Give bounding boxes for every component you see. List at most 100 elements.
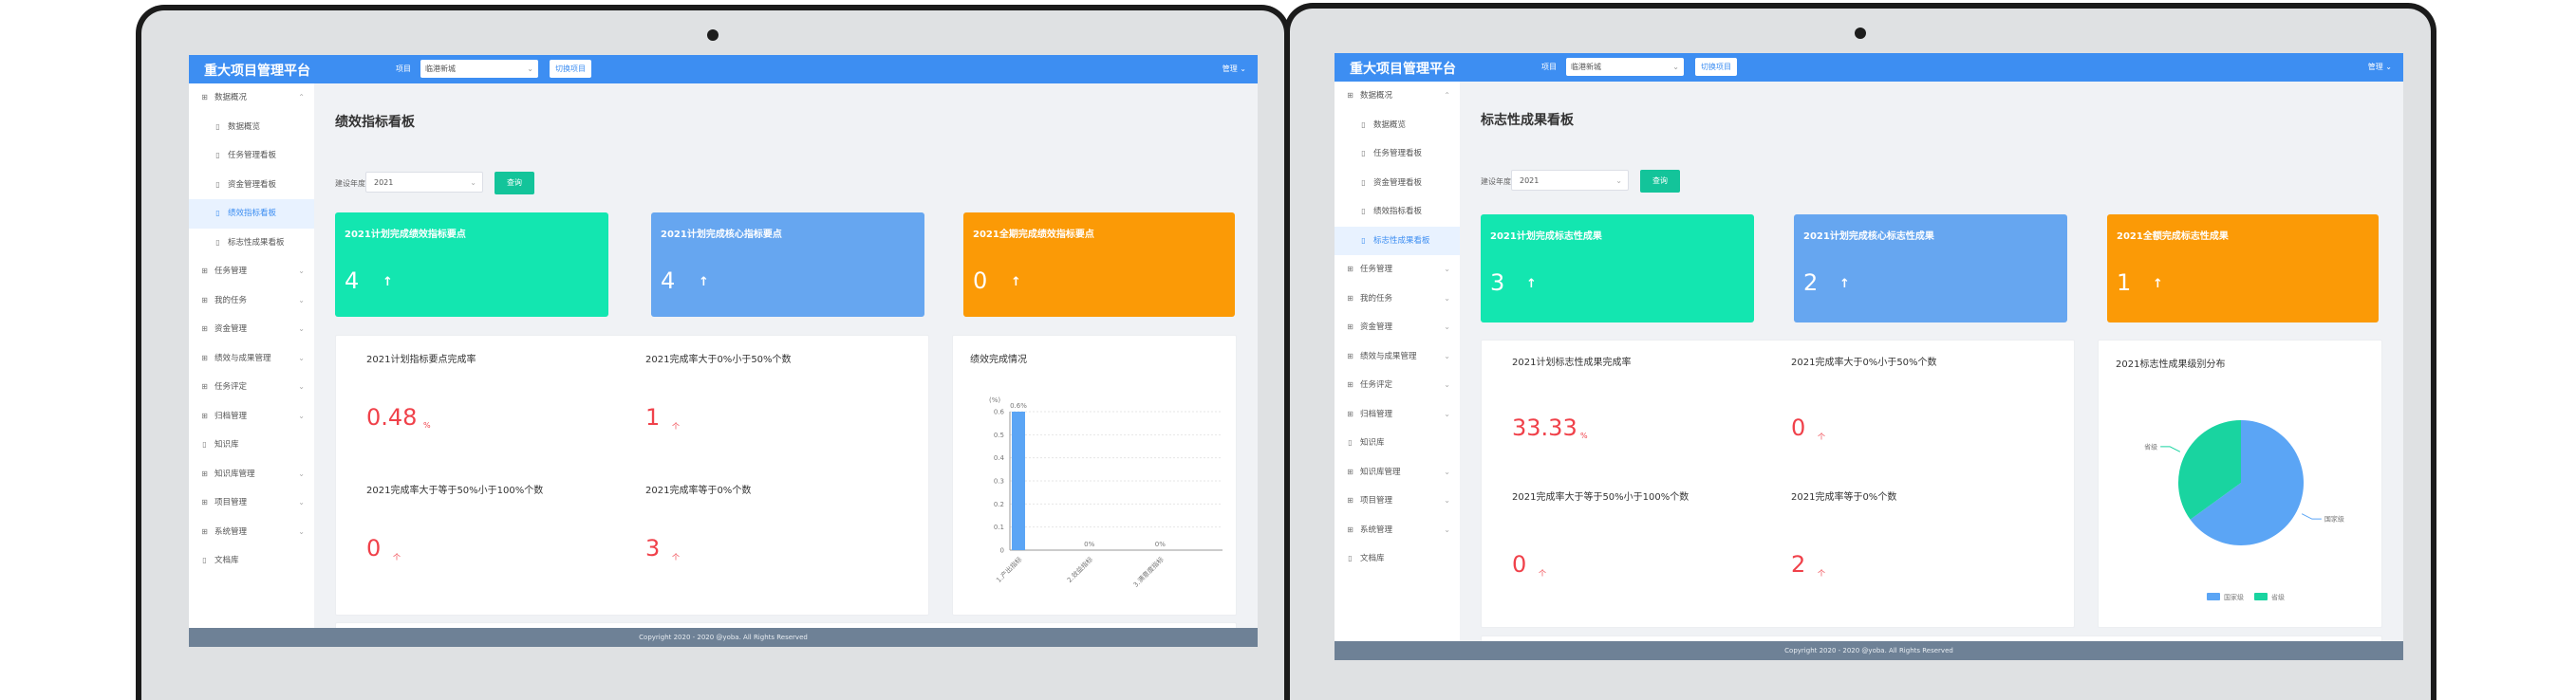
bar-chart: (%) 0 0.1 0.2 0.3 0.4 0.5 0.6 0.6% 1.产出指标 0% 2.效益指标… (989, 396, 1223, 589)
sidebar-item[interactable]: ⊞ 项目管理 ⌄ (189, 488, 314, 518)
laptop-left: 重大项目管理平台 项目 临港新城 ⌄ 切换项目 管理 ⌄ ⊞ 数据概况 ⌃ ▯ 数据概览 ▯… (136, 5, 1290, 700)
stat-card: 2021计划完成核心指标要点 4 ↑ (651, 212, 924, 317)
sidebar-item[interactable]: ⊞ 任务管理 ⌄ (1335, 255, 1460, 285)
sidebar-item-label: 项目管理 (215, 498, 248, 507)
year-select[interactable]: 2021 ⌄ (365, 172, 483, 193)
x-tick-label: 3.满意度指标 (1131, 555, 1166, 589)
sidebar-item[interactable]: ▯ 知识库 (189, 431, 314, 460)
sidebar-item[interactable]: ⊞ 资金管理 ⌄ (1335, 313, 1460, 342)
chevron-down-icon: ⌄ (1444, 467, 1450, 476)
sidebar-item[interactable]: ⊞ 我的任务 ⌄ (1335, 285, 1460, 314)
grid-icon: ⊞ (1347, 351, 1353, 360)
sidebar-item[interactable]: ▯ 绩效指标看板 (189, 199, 314, 229)
sidebar-item-label: 项目管理 (1360, 496, 1393, 506)
doc-icon: ▯ (1361, 207, 1366, 215)
year-select[interactable]: 2021 ⌄ (1511, 170, 1629, 191)
sidebar-item-label: 绩效指标看板 (1373, 207, 1423, 216)
chevron-down-icon: ⌄ (298, 526, 305, 536)
sidebar-item[interactable]: ▯ 数据概览 (189, 113, 314, 142)
query-button[interactable]: 查询 (1640, 170, 1680, 193)
camera-dot (707, 29, 719, 41)
sidebar: ⊞ 数据概况 ⌃ ▯ 数据概览 ▯ 任务管理看板 ▯ 资金管理看板 ▯ 绩效指标看板 ▯ 标志性成果看板… (189, 83, 314, 628)
legend-swatch (2254, 593, 2268, 600)
sidebar-item[interactable]: ▯ 标志性成果看板 (189, 229, 314, 258)
sidebar-item-label: 知识库管理 (215, 469, 255, 479)
kpi-value: 3 (645, 535, 661, 562)
x-tick-label: 2.效益指标 (1065, 555, 1094, 584)
sidebar-item[interactable]: ⊞ 绩效与成果管理 ⌄ (1335, 342, 1460, 372)
y-tick-label: 0.1 (994, 524, 1004, 531)
kpi-unit: 个 (1539, 569, 1546, 578)
user-menu[interactable]: 管理 ⌄ (2368, 62, 2392, 72)
sidebar-item-label: 资金管理 (1360, 322, 1393, 332)
grid-icon: ⊞ (1347, 293, 1353, 303)
project-select[interactable]: 临港新城 ⌄ (1566, 58, 1684, 76)
sidebar-item[interactable]: ⊞ 数据概况 ⌃ (1335, 82, 1460, 111)
sidebar-item-label: 数据概况 (1360, 91, 1393, 101)
project-select[interactable]: 临港新城 ⌄ (420, 60, 538, 78)
sidebar-item[interactable]: ⊞ 数据概况 ⌃ (189, 83, 314, 113)
sidebar-item-label: 知识库 (1360, 438, 1385, 448)
chevron-down-icon: ⌄ (298, 295, 305, 304)
sidebar-item[interactable]: ▯ 任务管理看板 (1335, 139, 1460, 169)
grid-icon: ⊞ (1347, 91, 1353, 100)
sidebar-item[interactable]: ⊞ 项目管理 ⌄ (1335, 487, 1460, 516)
sidebar-item-label: 任务管理 (1360, 265, 1393, 274)
sidebar-item[interactable]: ▯ 标志性成果看板 (1335, 226, 1460, 255)
kpi-unit: 个 (672, 422, 680, 431)
sidebar-item[interactable]: ⊞ 系统管理 ⌄ (189, 518, 314, 547)
doc-icon: ▯ (215, 209, 220, 217)
sidebar-item[interactable]: ▯ 文档库 (1335, 544, 1460, 574)
sidebar-item[interactable]: ▯ 资金管理看板 (189, 171, 314, 200)
sidebar-item[interactable]: ⊞ 绩效与成果管理 ⌄ (189, 344, 314, 374)
stat-value: 1 (2117, 269, 2132, 296)
chevron-down-icon: ⌄ (1615, 176, 1622, 185)
sidebar-item[interactable]: ⊞ 任务管理 ⌄ (189, 257, 314, 286)
project-label: 项目 (396, 64, 411, 73)
chevron-down-icon: ⌄ (1444, 351, 1450, 360)
switch-project-button[interactable]: 切换项目 (550, 60, 591, 78)
stat-title: 2021全期完成绩效指标要点 (973, 230, 1094, 240)
query-button[interactable]: 查询 (495, 172, 534, 194)
grid-icon: ⊞ (1347, 496, 1353, 505)
sidebar-item[interactable]: ▯ 资金管理看板 (1335, 169, 1460, 198)
slice-leader-line (2160, 446, 2181, 452)
laptop-right: 重大项目管理平台 项目 临港新城 ⌄ 切换项目 管理 ⌄ ⊞ 数据概况 ⌃ ▯ 数据概览 ▯… (1284, 3, 2436, 700)
doc-icon: ▯ (202, 556, 207, 564)
switch-project-button[interactable]: 切换项目 (1695, 58, 1737, 76)
chevron-down-icon: ⌄ (298, 324, 305, 333)
chevron-down-icon: ⌄ (298, 498, 305, 507)
sidebar-item[interactable]: ⊞ 知识库管理 ⌄ (1335, 458, 1460, 488)
sidebar-item[interactable]: ▯ 绩效指标看板 (1335, 197, 1460, 227)
sidebar-item[interactable]: ⊞ 归档管理 ⌄ (1335, 400, 1460, 430)
sidebar: ⊞ 数据概况 ⌃ ▯ 数据概览 ▯ 任务管理看板 ▯ 资金管理看板 ▯ 绩效指标看板 ▯ 标志性成果看板… (1335, 82, 1460, 641)
chevron-up-icon: ⌃ (1444, 91, 1450, 100)
sidebar-item[interactable]: ▯ 知识库 (1335, 429, 1460, 458)
chevron-down-icon: ⌄ (298, 353, 305, 362)
sidebar-item[interactable]: ▯ 数据概览 (1335, 111, 1460, 140)
sidebar-item[interactable]: ⊞ 任务评定 ⌄ (1335, 371, 1460, 400)
sidebar-item[interactable]: ▯ 文档库 (189, 546, 314, 576)
sidebar-item[interactable]: ⊞ 任务评定 ⌄ (189, 373, 314, 402)
grid-icon: ⊞ (1347, 409, 1353, 418)
sidebar-item[interactable]: ▯ 任务管理看板 (189, 141, 314, 171)
sidebar-item[interactable]: ⊞ 资金管理 ⌄ (189, 315, 314, 344)
arrow-up-icon: ↑ (383, 275, 393, 289)
sidebar-item[interactable]: ⊞ 系统管理 ⌄ (1335, 516, 1460, 545)
sidebar-item[interactable]: ⊞ 知识库管理 ⌄ (189, 460, 314, 489)
chart-panel: 2021标志性成果级别分布 国家级 省级 国家级 省级 (2098, 340, 2382, 628)
kpi-label: 2021计划指标要点完成率 (366, 355, 476, 365)
sidebar-item-label: 标志性成果看板 (228, 237, 285, 248)
sidebar-item[interactable]: ⊞ 我的任务 ⌄ (189, 286, 314, 316)
chart-title: 绩效完成情况 (970, 355, 1027, 365)
chevron-down-icon: ⌄ (1672, 63, 1679, 71)
chevron-down-icon: ⌄ (1444, 380, 1450, 389)
kpi-label: 2021完成率大于0%小于50%个数 (645, 355, 792, 365)
sidebar-item[interactable]: ⊞ 归档管理 ⌄ (189, 402, 314, 432)
chevron-down-icon: ⌄ (1444, 265, 1450, 273)
arrow-up-icon: ↑ (1526, 277, 1537, 291)
user-menu[interactable]: 管理 ⌄ (1223, 64, 1246, 74)
kpi-label: 2021完成率大于等于50%小于100%个数 (1512, 492, 1689, 503)
page-title: 绩效指标看板 (335, 115, 415, 130)
camera-dot (1855, 28, 1866, 39)
